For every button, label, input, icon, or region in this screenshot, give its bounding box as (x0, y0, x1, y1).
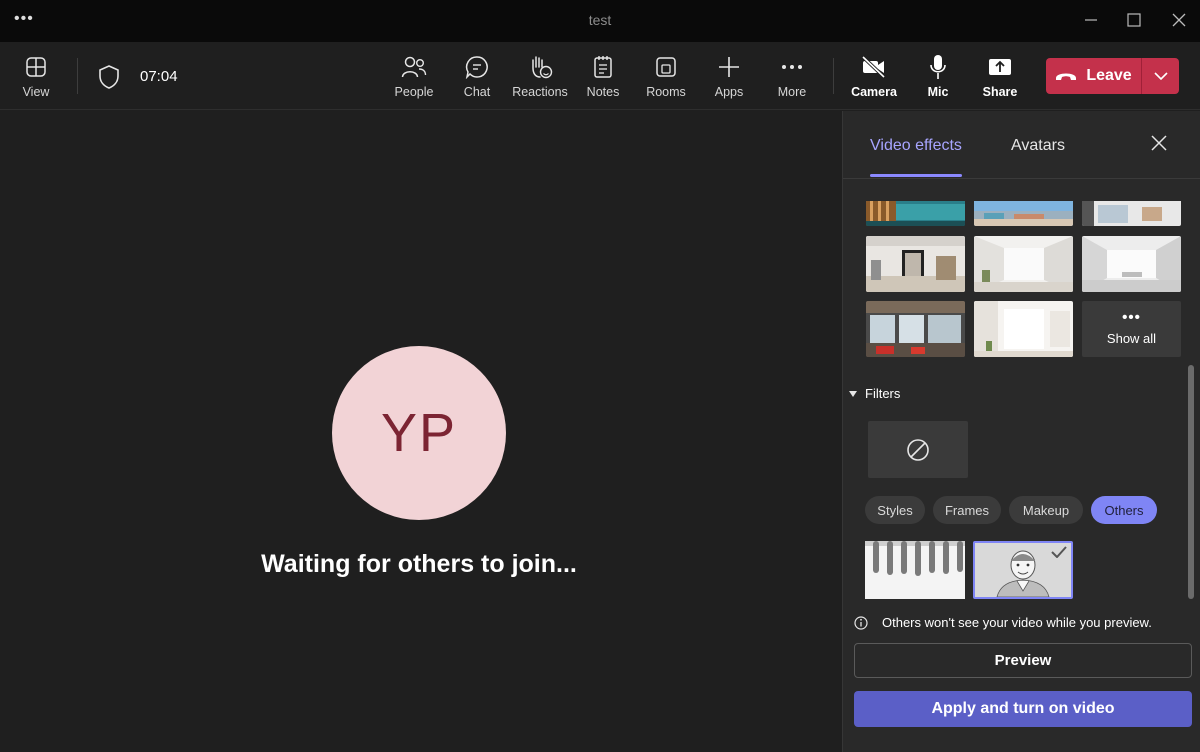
background-thumbnail[interactable] (1082, 236, 1181, 292)
close-panel-button[interactable] (1151, 135, 1167, 156)
background-thumbnail[interactable] (974, 236, 1073, 292)
leave-label: Leave (1086, 67, 1132, 84)
chip-makeup[interactable]: Makeup (1009, 496, 1083, 524)
view-button[interactable]: View (18, 54, 54, 104)
maximize-button[interactable] (1117, 6, 1151, 34)
more-label: More (777, 85, 807, 99)
camera-button[interactable]: Camera (851, 54, 897, 104)
plus-icon (716, 54, 742, 80)
more-dots-icon (779, 54, 805, 80)
filters-section-toggle[interactable]: Filters (849, 386, 900, 401)
close-icon (1172, 13, 1186, 27)
background-thumbnail[interactable] (866, 301, 965, 357)
no-filter-option[interactable] (868, 421, 968, 478)
preview-info: Others won't see your video while you pr… (854, 615, 1152, 630)
filter-thumbnail-selected[interactable] (973, 541, 1073, 599)
apps-button[interactable]: Apps (713, 54, 745, 104)
background-thumbnail[interactable] (866, 236, 965, 292)
chevron-down-icon (1153, 72, 1168, 80)
filters-label: Filters (865, 386, 901, 401)
reactions-label: Reactions (512, 85, 568, 99)
close-icon (1151, 135, 1167, 151)
share-screen-icon (987, 54, 1013, 80)
apply-turn-on-video-button[interactable]: Apply and turn on video (854, 691, 1192, 727)
caret-down-icon (849, 390, 857, 397)
avatar: YP (332, 346, 506, 520)
tab-video-effects[interactable]: Video effects (870, 137, 962, 155)
checkmark-icon (1051, 546, 1067, 558)
info-icon (854, 615, 868, 630)
chat-label: Chat (463, 85, 491, 99)
waiting-message: Waiting for others to join... (261, 550, 577, 578)
toolbar-divider (833, 58, 834, 94)
chat-icon (464, 54, 490, 80)
panel-divider (843, 178, 1200, 179)
chip-others[interactable]: Others (1091, 496, 1157, 524)
rooms-label: Rooms (646, 85, 686, 99)
toolbar-divider (77, 58, 78, 94)
people-icon (401, 54, 427, 80)
background-thumbnail[interactable] (974, 201, 1073, 226)
view-label: View (22, 85, 50, 99)
breakout-rooms-icon (653, 54, 679, 80)
leave-button[interactable]: Leave (1046, 58, 1141, 94)
notes-button[interactable]: Notes (585, 54, 621, 104)
chip-frames[interactable]: Frames (933, 496, 1001, 524)
camera-off-icon (861, 54, 887, 80)
share-button[interactable]: Share (983, 54, 1017, 104)
people-button[interactable]: People (393, 54, 435, 104)
maximize-icon (1127, 13, 1141, 27)
more-dots-icon: ••• (1122, 308, 1141, 326)
shield-icon (97, 64, 121, 95)
notes-icon (590, 54, 616, 80)
hang-up-icon (1056, 73, 1077, 80)
share-label: Share (982, 85, 1018, 99)
info-text: Others won't see your video while you pr… (882, 615, 1152, 630)
title-bar: ••• test (0, 0, 1200, 42)
more-button[interactable]: More (774, 54, 810, 104)
reactions-button[interactable]: Reactions (512, 54, 568, 104)
show-all-backgrounds-button[interactable]: ••• Show all (1082, 301, 1181, 357)
panel-scrollbar[interactable] (1188, 365, 1194, 599)
leave-button-group: Leave (1046, 58, 1179, 94)
mic-button[interactable]: Mic (924, 54, 952, 104)
video-effects-panel: Video effects Avatars ••• Show all Filte… (842, 111, 1200, 752)
mic-label: Mic (927, 85, 949, 99)
meeting-toolbar: View 07:04 People Chat Reactions Notes R… (0, 42, 1200, 110)
close-window-button[interactable] (1162, 6, 1196, 34)
raise-hand-icon (527, 54, 553, 80)
microphone-icon (925, 54, 951, 80)
window-title: test (588, 12, 612, 28)
preview-button[interactable]: Preview (854, 643, 1192, 678)
background-thumbnail[interactable] (974, 301, 1073, 357)
leave-options-button[interactable] (1142, 58, 1179, 94)
people-label: People (394, 85, 434, 99)
chat-button[interactable]: Chat (460, 54, 494, 104)
camera-label: Camera (851, 85, 897, 99)
chip-styles[interactable]: Styles (865, 496, 925, 524)
rooms-button[interactable]: Rooms (646, 54, 686, 104)
none-icon (907, 438, 929, 461)
tab-avatars[interactable]: Avatars (1011, 137, 1065, 155)
apps-label: Apps (714, 85, 744, 99)
background-thumbnail[interactable] (866, 201, 965, 226)
notes-label: Notes (586, 85, 620, 99)
background-thumbnail[interactable] (1082, 201, 1181, 226)
meeting-stage: YP Waiting for others to join... (0, 111, 842, 752)
filter-thumbnail[interactable] (865, 541, 965, 599)
active-tab-indicator (870, 174, 962, 177)
show-all-label: Show all (1106, 330, 1157, 346)
grid-view-icon (23, 54, 49, 80)
minimize-button[interactable] (1074, 6, 1108, 34)
meeting-timer: 07:04 (140, 68, 178, 85)
minimize-icon (1085, 19, 1097, 21)
